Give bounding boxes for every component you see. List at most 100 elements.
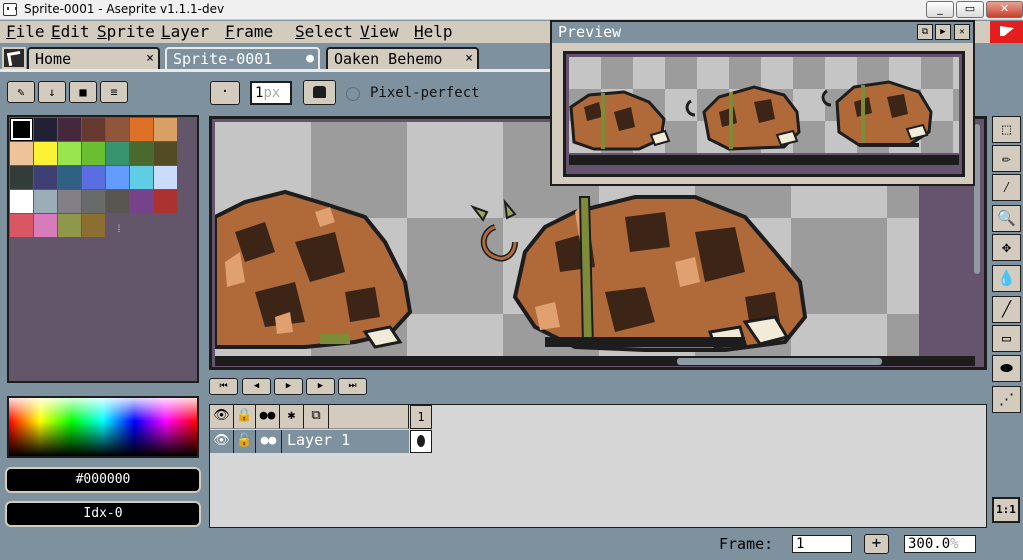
marquee-tool-icon[interactable]: ⬚: [992, 116, 1021, 143]
play-button[interactable]: ▶: [274, 378, 303, 395]
tab-close-icon[interactable]: ×: [465, 49, 473, 69]
palette-swatch[interactable]: [130, 166, 153, 189]
palette-edit-button[interactable]: ✎: [7, 81, 35, 103]
rectangle-tool-icon[interactable]: ▭: [992, 325, 1021, 352]
palette-swatch[interactable]: [82, 214, 105, 237]
palette-swatch[interactable]: [10, 166, 33, 189]
zoom-reset-button[interactable]: 1:1: [992, 497, 1020, 523]
palette-swatch[interactable]: [58, 190, 81, 213]
palette-options-button[interactable]: ≡: [100, 81, 128, 103]
palette-swatch[interactable]: [154, 118, 177, 141]
tab-modified-icon[interactable]: ●: [306, 49, 314, 69]
timeline-layers-icon[interactable]: ⧉: [304, 405, 329, 429]
ink-type-button[interactable]: [303, 80, 336, 105]
color-spectrum[interactable]: [7, 396, 199, 458]
menu-layer[interactable]: Layer: [161, 22, 209, 41]
maximize-button[interactable]: ▭: [956, 1, 984, 18]
color-index-field[interactable]: Idx-0: [5, 501, 201, 527]
palette-swatch[interactable]: [58, 142, 81, 165]
eyedropper-tool-icon[interactable]: ⁄: [992, 174, 1021, 201]
tab-oaken-behemoth[interactable]: Oaken Behemo ×: [326, 47, 479, 69]
palette-swatch[interactable]: [58, 214, 81, 237]
timeline-link-icon[interactable]: ●●: [256, 405, 280, 429]
spray-tool-icon[interactable]: ⋰: [992, 386, 1021, 413]
add-frame-button[interactable]: +: [864, 534, 889, 554]
menu-frame[interactable]: Frame: [225, 22, 273, 41]
palette-swatch[interactable]: [82, 142, 105, 165]
move-tool-icon[interactable]: ✥: [992, 234, 1021, 261]
first-frame-button[interactable]: ⏮: [209, 378, 238, 395]
palette-swatch[interactable]: [106, 166, 129, 189]
palette-swatch[interactable]: [58, 166, 81, 189]
menu-select[interactable]: Select: [295, 22, 353, 41]
close-window-button[interactable]: ✕: [986, 1, 1023, 18]
boar-frame-3: [821, 80, 933, 147]
previous-frame-button[interactable]: ◀: [242, 378, 271, 395]
palette-swatch[interactable]: [130, 190, 153, 213]
palette-swatch[interactable]: [58, 118, 81, 141]
brush-type-button[interactable]: ·: [210, 81, 240, 105]
tab-close-icon[interactable]: ×: [146, 49, 154, 69]
palette-resize-handle[interactable]: ⁞: [116, 224, 122, 236]
palette-swatch[interactable]: [154, 166, 177, 189]
palette-swatch[interactable]: [10, 118, 33, 141]
preview-close-button[interactable]: ✕: [954, 24, 970, 40]
palette-swatch[interactable]: [34, 166, 57, 189]
next-frame-button[interactable]: ▶: [306, 378, 335, 395]
palette-swatch[interactable]: [106, 190, 129, 213]
brush-size-field[interactable]: 1px: [250, 81, 292, 105]
palette-swatch[interactable]: [82, 118, 105, 141]
menu-sprite[interactable]: Sprite: [97, 22, 155, 41]
palette-swatch[interactable]: [34, 214, 57, 237]
palette-swatch[interactable]: [106, 142, 129, 165]
palette-swatch[interactable]: [106, 118, 129, 141]
timeline-onion-skin-icon[interactable]: ✱: [280, 405, 304, 429]
palette-swatch[interactable]: [130, 118, 153, 141]
preview-window[interactable]: Preview ⧉ ▶ ✕: [550, 20, 975, 186]
palette-swatch[interactable]: [82, 166, 105, 189]
menu-help[interactable]: Help: [414, 22, 453, 41]
palette-swatch[interactable]: [10, 142, 33, 165]
palette-swatch[interactable]: [34, 142, 57, 165]
frame-header-1[interactable]: 1: [410, 405, 432, 429]
cel-layer1-frame1[interactable]: [410, 430, 432, 453]
aseprite-app-icon: [3, 3, 17, 16]
blur-tool-icon[interactable]: ⬬: [992, 355, 1021, 382]
tab-home[interactable]: Home ×: [27, 47, 160, 69]
timeline-lock-icon[interactable]: 🔒: [234, 405, 256, 429]
tab-label: Sprite-0001: [173, 50, 273, 68]
horizontal-scrollbar[interactable]: [677, 358, 882, 365]
timeline-visibility-icon[interactable]: 👁: [210, 405, 234, 429]
preview-play-button[interactable]: ▶: [935, 24, 951, 40]
paint-bucket-tool-icon[interactable]: 💧: [992, 265, 1021, 292]
tab-sprite-0001[interactable]: Sprite-0001 ●: [165, 47, 320, 69]
preview-mode-button[interactable]: ⧉: [917, 24, 933, 40]
minimize-button[interactable]: _: [926, 1, 954, 18]
line-tool-icon[interactable]: ╱: [992, 296, 1021, 323]
menu-edit[interactable]: Edit: [51, 22, 90, 41]
zoom-tool-icon[interactable]: 🔍: [992, 205, 1021, 232]
pixel-perfect-checkbox[interactable]: [346, 87, 360, 101]
menu-file[interactable]: File: [6, 22, 45, 41]
zoom-field[interactable]: 300.0%: [904, 535, 976, 553]
palette-swatch[interactable]: [130, 142, 153, 165]
palette-presets-button[interactable]: ■: [69, 81, 97, 103]
palette-swatch[interactable]: [34, 118, 57, 141]
layer-lock-icon[interactable]: 🔓: [234, 430, 256, 453]
palette-swatch[interactable]: [82, 190, 105, 213]
palette-swatch[interactable]: [10, 214, 33, 237]
hex-color-field[interactable]: #000000: [5, 467, 201, 493]
layer-link-icon[interactable]: ●●: [256, 430, 282, 453]
last-frame-button[interactable]: ⏭: [338, 378, 367, 395]
palette-swatch[interactable]: [154, 190, 177, 213]
layer-name[interactable]: Layer 1: [282, 430, 409, 453]
palette-swatch[interactable]: [10, 190, 33, 213]
layer-visibility-icon[interactable]: 👁: [210, 430, 234, 453]
palette-swatch[interactable]: [34, 190, 57, 213]
palette-sort-button[interactable]: ↓: [38, 81, 66, 103]
menu-view[interactable]: View: [360, 22, 399, 41]
palette-swatch[interactable]: [154, 142, 177, 165]
frame-number-field[interactable]: 1: [792, 535, 852, 553]
home-icon[interactable]: [2, 47, 26, 69]
pencil-tool-icon[interactable]: ✏: [992, 145, 1021, 172]
